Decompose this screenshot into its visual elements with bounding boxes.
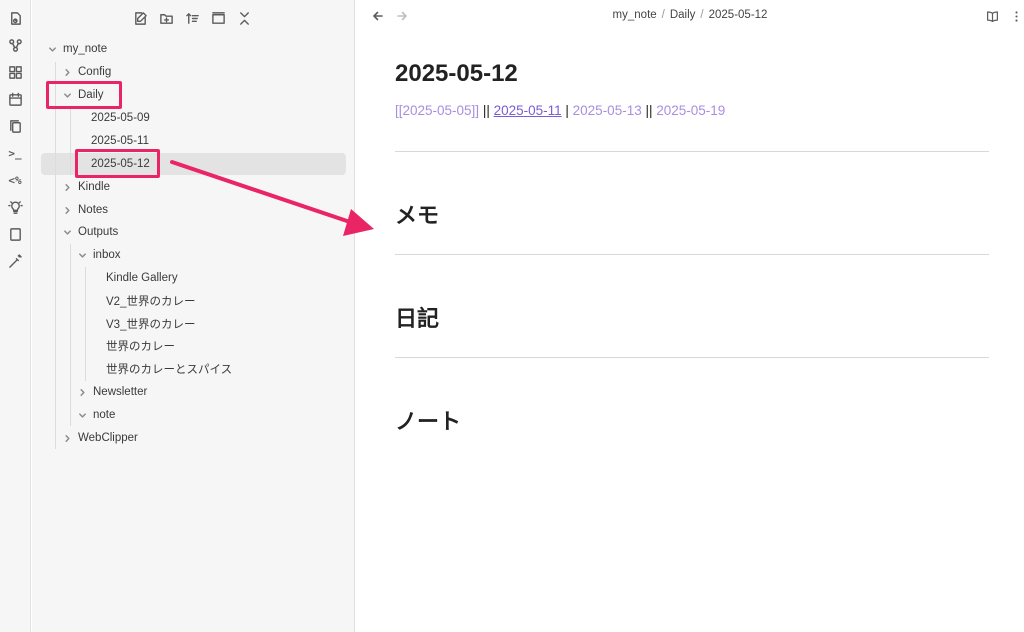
tree-item-label: note [93, 409, 116, 421]
link-2025-05-11[interactable]: 2025-05-11 [494, 103, 562, 118]
lightbulb-icon[interactable] [5, 197, 25, 217]
tree-file-kindle-gallery[interactable]: Kindle Gallery [106, 267, 178, 289]
tree-item-label: 世界のカレー [106, 341, 175, 353]
tablet-icon[interactable] [5, 224, 25, 244]
tree-guide [55, 62, 56, 449]
tree-item-label: my_note [63, 43, 108, 55]
collapse-all-icon[interactable] [234, 8, 254, 28]
note-title: 2025-05-12 [395, 60, 518, 87]
heading-memo: メモ [395, 203, 440, 228]
tree-item-label: Newsletter [93, 386, 148, 398]
link-2025-05-19[interactable]: 2025-05-19 [656, 103, 725, 118]
sort-icon[interactable] [182, 8, 202, 28]
templater-icon[interactable]: <% [5, 170, 25, 190]
chevron-down-icon [46, 43, 58, 55]
link-separator: | [561, 103, 573, 118]
tree-guide [70, 244, 71, 426]
magic-wand-icon[interactable] [5, 251, 25, 271]
tree-file-v2-curry[interactable]: V2_世界のカレー [106, 290, 195, 312]
graph-view-icon[interactable] [5, 35, 25, 55]
breadcrumb-separator: / [661, 9, 665, 21]
link-2025-05-05[interactable]: [[2025-05-05]] [395, 103, 479, 118]
tree-guide [85, 267, 86, 381]
chevron-down-icon [76, 409, 88, 421]
chevron-right-icon [76, 386, 88, 398]
canvas-icon[interactable] [5, 62, 25, 82]
editor-pane: my_note / Daily / 2025-05-12 2025-05-12 [[20… [356, 0, 1024, 632]
tree-folder-outputs[interactable]: Outputs [61, 221, 118, 243]
link-separator: || [641, 103, 657, 118]
tree-item-label: Outputs [78, 226, 119, 238]
tree-item-label: 2025-05-11 [91, 135, 149, 147]
horizontal-rule [395, 357, 989, 358]
tree-item-label: WebClipper [78, 432, 138, 444]
tree-item-label: 世界のカレーとスパイス [106, 364, 233, 376]
breadcrumb-item[interactable]: Daily [670, 9, 696, 21]
new-note-icon[interactable] [130, 8, 150, 28]
breadcrumb-item[interactable]: 2025-05-12 [709, 9, 768, 21]
copy-icon[interactable] [5, 116, 25, 136]
tree-item-label: Notes [78, 204, 109, 216]
open-quick-switcher-icon[interactable] [5, 8, 25, 28]
daily-nav-links: [[2025-05-05]] || 2025-05-11 | 2025-05-1… [395, 103, 725, 118]
tree-file-2025-05-09[interactable]: 2025-05-09 [91, 107, 150, 129]
horizontal-rule [395, 254, 989, 255]
tree-folder-kindle[interactable]: Kindle [61, 176, 110, 198]
chevron-down-icon [61, 226, 73, 238]
tree-item-label: Config [78, 66, 112, 78]
highlight-box-2025-05-12 [75, 149, 160, 178]
collapse-view-icon[interactable] [208, 8, 228, 28]
breadcrumb-separator: / [700, 9, 704, 21]
horizontal-rule [395, 151, 989, 152]
breadcrumb-item[interactable]: my_note [613, 9, 657, 21]
tree-item-label: inbox [93, 249, 121, 261]
tree-item-label: Kindle [78, 181, 110, 193]
breadcrumb: my_note / Daily / 2025-05-12 [356, 9, 1024, 21]
tree-item-label: V2_世界のカレー [106, 296, 196, 308]
tree-folder-webclipper[interactable]: WebClipper [61, 427, 138, 449]
heading-diary: 日記 [395, 306, 440, 331]
link-separator: || [479, 103, 494, 118]
tree-item-label: V3_世界のカレー [106, 319, 196, 331]
left-ribbon: >_ <% [0, 0, 31, 632]
tree-folder-notes[interactable]: Notes [61, 199, 108, 221]
tree-folder-config[interactable]: Config [61, 61, 111, 83]
tree-file-world-curry[interactable]: 世界のカレー [106, 335, 175, 357]
tree-folder-note[interactable]: note [76, 404, 115, 426]
link-2025-05-13[interactable]: 2025-05-13 [573, 103, 642, 118]
terminal-icon[interactable]: >_ [5, 143, 25, 163]
more-options-icon[interactable] [1008, 8, 1024, 24]
tree-folder-newsletter[interactable]: Newsletter [76, 381, 147, 403]
chevron-right-icon [61, 432, 73, 444]
chevron-right-icon [61, 204, 73, 216]
highlight-box-daily [46, 81, 122, 109]
reading-view-icon[interactable] [984, 8, 1000, 24]
tree-guide [70, 107, 71, 175]
calendar-icon[interactable] [5, 89, 25, 109]
tree-folder-inbox[interactable]: inbox [76, 244, 121, 266]
tree-file-world-curry-spice[interactable]: 世界のカレーとスパイス [106, 358, 232, 380]
tree-file-v3-curry[interactable]: V3_世界のカレー [106, 313, 195, 335]
chevron-right-icon [61, 181, 73, 193]
file-explorer-toolbar [130, 8, 254, 28]
tree-root-my-note[interactable]: my_note [46, 38, 107, 60]
heading-note: ノート [395, 409, 462, 434]
chevron-right-icon [61, 66, 73, 78]
tree-item-label: 2025-05-09 [91, 112, 150, 124]
new-folder-icon[interactable] [156, 8, 176, 28]
tree-item-label: Kindle Gallery [106, 272, 178, 284]
chevron-down-icon [76, 249, 88, 261]
